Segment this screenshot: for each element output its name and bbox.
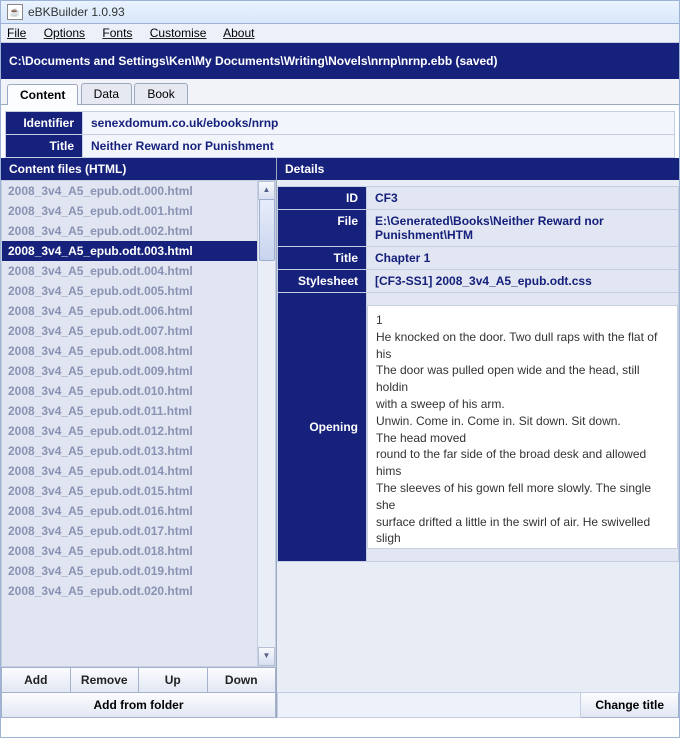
add-from-folder-button[interactable]: Add from folder bbox=[1, 693, 276, 718]
menu-fonts[interactable]: Fonts bbox=[102, 26, 132, 40]
remove-button[interactable]: Remove bbox=[71, 667, 140, 693]
detail-opening-text: 1He knocked on the door. Two dull raps w… bbox=[367, 305, 678, 549]
scroll-thumb[interactable] bbox=[259, 199, 275, 261]
menu-customise[interactable]: Customise bbox=[150, 26, 207, 40]
list-item[interactable]: 2008_3v4_A5_epub.odt.014.html bbox=[2, 461, 257, 481]
detail-title-label: Title bbox=[278, 247, 367, 270]
identifier-label: Identifier bbox=[6, 112, 83, 135]
title-value[interactable]: Neither Reward nor Punishment bbox=[83, 135, 675, 158]
detail-id-label: ID bbox=[278, 187, 367, 210]
bottom-spacer bbox=[277, 693, 581, 718]
list-item[interactable]: 2008_3v4_A5_epub.odt.009.html bbox=[2, 361, 257, 381]
pathbar: C:\Documents and Settings\Ken\My Documen… bbox=[1, 43, 679, 79]
menubar: File Options Fonts Customise About bbox=[1, 24, 679, 43]
titlebar: ☕ eBKBuilder 1.0.93 bbox=[1, 1, 679, 24]
scroll-up-icon[interactable]: ▲ bbox=[258, 181, 275, 200]
list-item[interactable]: 2008_3v4_A5_epub.odt.010.html bbox=[2, 381, 257, 401]
list-item[interactable]: 2008_3v4_A5_epub.odt.015.html bbox=[2, 481, 257, 501]
menu-options[interactable]: Options bbox=[44, 26, 85, 40]
app-title: eBKBuilder 1.0.93 bbox=[28, 5, 125, 19]
change-title-button[interactable]: Change title bbox=[581, 693, 679, 718]
list-item[interactable]: 2008_3v4_A5_epub.odt.013.html bbox=[2, 441, 257, 461]
list-item[interactable]: 2008_3v4_A5_epub.odt.018.html bbox=[2, 541, 257, 561]
list-item[interactable]: 2008_3v4_A5_epub.odt.008.html bbox=[2, 341, 257, 361]
list-item[interactable]: 2008_3v4_A5_epub.odt.002.html bbox=[2, 221, 257, 241]
details-header: Details bbox=[277, 158, 679, 180]
java-cup-icon: ☕ bbox=[7, 4, 23, 20]
list-item[interactable]: 2008_3v4_A5_epub.odt.017.html bbox=[2, 521, 257, 541]
menu-about[interactable]: About bbox=[223, 26, 254, 40]
content-files-header: Content files (HTML) bbox=[1, 158, 276, 180]
file-list[interactable]: 2008_3v4_A5_epub.odt.000.html2008_3v4_A5… bbox=[2, 181, 257, 666]
menu-file[interactable]: File bbox=[7, 26, 26, 40]
tab-data[interactable]: Data bbox=[81, 83, 132, 104]
tab-book[interactable]: Book bbox=[134, 83, 187, 104]
detail-file-value: E:\Generated\Books\Neither Reward nor Pu… bbox=[367, 210, 679, 247]
list-item[interactable]: 2008_3v4_A5_epub.odt.005.html bbox=[2, 281, 257, 301]
add-button[interactable]: Add bbox=[1, 667, 71, 693]
list-item[interactable]: 2008_3v4_A5_epub.odt.001.html bbox=[2, 201, 257, 221]
tabs-row: Content Data Book bbox=[1, 79, 679, 105]
identifier-value[interactable]: senexdomum.co.uk/ebooks/nrnp bbox=[83, 112, 675, 135]
down-button[interactable]: Down bbox=[208, 667, 277, 693]
list-item[interactable]: 2008_3v4_A5_epub.odt.011.html bbox=[2, 401, 257, 421]
list-item[interactable]: 2008_3v4_A5_epub.odt.020.html bbox=[2, 581, 257, 601]
tab-content[interactable]: Content bbox=[7, 84, 78, 105]
detail-title-value: Chapter 1 bbox=[367, 247, 679, 270]
up-button[interactable]: Up bbox=[139, 667, 208, 693]
scroll-down-icon[interactable]: ▼ bbox=[258, 647, 275, 666]
detail-stylesheet-label: Stylesheet bbox=[278, 270, 367, 293]
detail-opening-label: Opening bbox=[278, 293, 367, 562]
list-item[interactable]: 2008_3v4_A5_epub.odt.003.html bbox=[2, 241, 257, 261]
list-item[interactable]: 2008_3v4_A5_epub.odt.019.html bbox=[2, 561, 257, 581]
title-label: Title bbox=[6, 135, 83, 158]
list-item[interactable]: 2008_3v4_A5_epub.odt.007.html bbox=[2, 321, 257, 341]
detail-stylesheet-value: [CF3-SS1] 2008_3v4_A5_epub.odt.css bbox=[367, 270, 679, 293]
detail-id-value: CF3 bbox=[367, 187, 679, 210]
list-item[interactable]: 2008_3v4_A5_epub.odt.006.html bbox=[2, 301, 257, 321]
scrollbar[interactable]: ▲ ▼ bbox=[257, 181, 275, 666]
list-item[interactable]: 2008_3v4_A5_epub.odt.012.html bbox=[2, 421, 257, 441]
list-item[interactable]: 2008_3v4_A5_epub.odt.000.html bbox=[2, 181, 257, 201]
list-item[interactable]: 2008_3v4_A5_epub.odt.004.html bbox=[2, 261, 257, 281]
detail-file-label: File bbox=[278, 210, 367, 247]
list-item[interactable]: 2008_3v4_A5_epub.odt.016.html bbox=[2, 501, 257, 521]
